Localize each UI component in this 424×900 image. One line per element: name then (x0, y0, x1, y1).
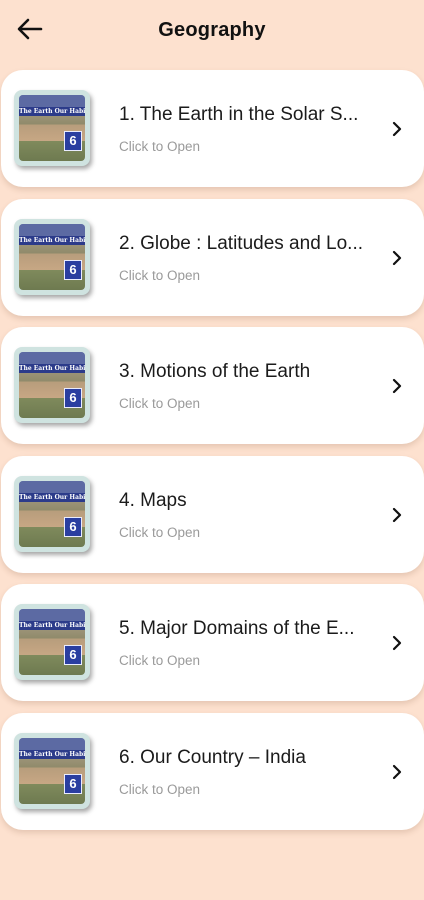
chapter-title: 4. Maps (119, 490, 187, 511)
chapter-card-5[interactable]: The Earth Our Habitat 6 5. Major Domains… (1, 584, 424, 701)
chapter-title: 2. Globe : Latitudes and Lo... (119, 233, 364, 254)
book-cover-thumbnail: The Earth Our Habitat 6 (14, 604, 90, 680)
class-badge: 6 (64, 645, 82, 665)
chapter-card-4[interactable]: The Earth Our Habitat 6 4. Maps Click to… (1, 456, 424, 573)
chapter-subtitle: Click to Open (119, 139, 201, 154)
chapter-title: 6. Our Country – India (119, 747, 306, 768)
chapter-title: 1. The Earth in the Solar S... (119, 104, 359, 125)
chapter-subtitle: Click to Open (119, 268, 201, 283)
class-badge: 6 (64, 388, 82, 408)
chevron-right-icon (390, 763, 404, 781)
chevron-right-icon (390, 377, 404, 395)
chevron-right-icon (390, 249, 404, 267)
book-cover-title: The Earth Our Habitat (19, 621, 85, 630)
chapter-card-1[interactable]: The Earth Our Habitat 6 1. The Earth in … (1, 70, 424, 187)
book-cover-thumbnail: The Earth Our Habitat 6 (14, 347, 90, 423)
chapter-card-3[interactable]: The Earth Our Habitat 6 3. Motions of th… (1, 327, 424, 444)
class-badge: 6 (64, 517, 82, 537)
chapter-card-2[interactable]: The Earth Our Habitat 6 2. Globe : Latit… (1, 199, 424, 316)
page-title: Geography (158, 19, 266, 41)
chapter-subtitle: Click to Open (119, 525, 201, 540)
app-bar: Geography (0, 0, 424, 62)
book-cover-title: The Earth Our Habitat (19, 750, 85, 759)
book-cover-title: The Earth Our Habitat (19, 236, 85, 245)
chapter-title: 5. Major Domains of the E... (119, 618, 355, 639)
book-cover-title: The Earth Our Habitat (19, 493, 85, 502)
chevron-right-icon (390, 120, 404, 138)
chapter-subtitle: Click to Open (119, 396, 201, 411)
chapter-subtitle: Click to Open (119, 782, 201, 797)
book-cover-title: The Earth Our Habitat (19, 107, 85, 116)
book-cover-thumbnail: The Earth Our Habitat 6 (14, 90, 90, 166)
book-cover-title: The Earth Our Habitat (19, 364, 85, 373)
book-cover-thumbnail: The Earth Our Habitat 6 (14, 476, 90, 552)
chapter-subtitle: Click to Open (119, 653, 201, 668)
book-cover-thumbnail: The Earth Our Habitat 6 (14, 219, 90, 295)
chapter-card-6[interactable]: The Earth Our Habitat 6 6. Our Country –… (1, 713, 424, 830)
class-badge: 6 (64, 260, 82, 280)
book-cover-thumbnail: The Earth Our Habitat 6 (14, 733, 90, 809)
chapter-title: 3. Motions of the Earth (119, 361, 311, 382)
chevron-right-icon (390, 506, 404, 524)
chevron-right-icon (390, 634, 404, 652)
class-badge: 6 (64, 774, 82, 794)
class-badge: 6 (64, 131, 82, 151)
